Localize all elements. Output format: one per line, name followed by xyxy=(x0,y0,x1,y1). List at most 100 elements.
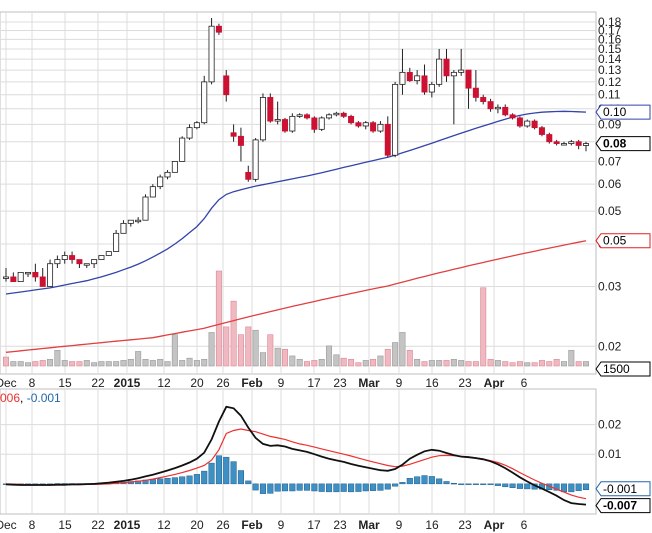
x-tick-label: 23 xyxy=(458,376,472,390)
volume-bar xyxy=(208,332,215,367)
histogram-bar xyxy=(568,483,575,493)
volume-bar xyxy=(157,358,164,367)
candle xyxy=(281,117,288,133)
value-label: 0.08 xyxy=(595,136,651,152)
volume-bar xyxy=(326,345,333,367)
histogram-bar xyxy=(252,483,259,491)
candle xyxy=(17,271,24,283)
volume-bar xyxy=(362,360,369,367)
candle xyxy=(531,119,538,130)
x-tick-label: 23 xyxy=(333,518,347,532)
volume-bar xyxy=(245,326,252,367)
x-tick-label: 12 xyxy=(157,518,171,532)
histogram-bar xyxy=(193,474,200,485)
histogram-bar xyxy=(259,483,267,494)
price-y-axis: 0.180.170.160.150.140.130.120.110.100.09… xyxy=(598,15,622,353)
histogram-bar xyxy=(223,456,230,485)
candle xyxy=(538,125,545,137)
volume-bar xyxy=(223,326,230,367)
volume-bar xyxy=(2,356,10,367)
volume-bar xyxy=(333,354,340,367)
volume-bar xyxy=(524,362,531,367)
volume-bar xyxy=(281,348,288,367)
volume-bar xyxy=(399,332,406,367)
value-label: 1500 xyxy=(595,361,651,377)
volume-bar xyxy=(274,347,281,367)
value-label: 0.10 xyxy=(595,104,651,120)
histogram-bar xyxy=(164,477,171,485)
volume-bar xyxy=(230,300,237,367)
volume-bar xyxy=(406,350,413,367)
volume-bar xyxy=(311,360,318,367)
histogram-bar xyxy=(472,483,479,485)
volume-bar xyxy=(575,361,582,367)
price-x-axis: Dec 8 15 22 2015 12 20 26 Feb 9 17 23 Mar 9 16 23 Apr 6 xyxy=(0,376,528,390)
macd-legend-blue: -0.001 xyxy=(27,391,61,405)
macd-panel-frame xyxy=(0,388,597,515)
histogram-bar xyxy=(384,483,391,490)
histogram-bar xyxy=(296,483,303,491)
histogram-bar xyxy=(267,483,274,494)
volume-bar xyxy=(443,360,450,367)
histogram-bar xyxy=(370,483,377,491)
x-tick-label: 17 xyxy=(307,376,321,390)
volume-bar xyxy=(392,342,399,367)
histogram-bar xyxy=(157,478,164,485)
x-tick-label: 16 xyxy=(425,376,439,390)
histogram-bar xyxy=(149,479,156,485)
histogram-bar xyxy=(575,483,582,491)
histogram-bar xyxy=(208,462,215,485)
x-tick-label: Dec xyxy=(0,376,17,390)
histogram-bar xyxy=(311,483,318,492)
candle xyxy=(105,251,112,256)
histogram-bar xyxy=(502,483,509,488)
x-tick-label: Apr xyxy=(484,518,505,532)
y-tick-label: 0.05 xyxy=(598,204,622,218)
volume-bar xyxy=(120,360,127,367)
volume-bar xyxy=(480,287,487,367)
y-tick-label: 0.07 xyxy=(598,154,622,168)
histogram-bar xyxy=(355,483,362,492)
candle xyxy=(201,75,208,125)
candle xyxy=(113,229,120,252)
histogram-bar xyxy=(509,483,516,488)
histogram-bar xyxy=(428,476,435,485)
volume-bar xyxy=(259,352,266,367)
macd-legend-sep: , xyxy=(20,391,27,405)
volume-bar xyxy=(296,358,303,367)
x-tick-label: 26 xyxy=(216,376,230,390)
x-tick-label: Feb xyxy=(241,376,262,390)
volume-bar xyxy=(509,362,516,367)
y-tick-label: 0.06 xyxy=(598,177,622,191)
x-tick-label: 12 xyxy=(157,376,171,390)
histogram-bar xyxy=(377,483,384,491)
x-tick-label: Feb xyxy=(241,518,262,532)
volume-bar xyxy=(377,355,384,367)
volume-bar xyxy=(546,361,553,367)
volume-bar xyxy=(32,361,39,367)
volume-bar xyxy=(127,358,134,367)
histogram-bar xyxy=(179,476,186,485)
volume-bar xyxy=(17,361,24,367)
y-tick-label: 0.02 xyxy=(598,418,622,432)
histogram-bar xyxy=(582,483,590,491)
value-label-text: -0.001 xyxy=(603,482,637,496)
volume-bar xyxy=(83,360,90,367)
histogram-bar xyxy=(516,483,523,489)
x-tick-label: 20 xyxy=(190,376,204,390)
x-tick-label: 20 xyxy=(190,518,204,532)
histogram-bar xyxy=(414,476,421,485)
x-tick-label: 8 xyxy=(29,518,36,532)
candle xyxy=(142,194,149,221)
x-tick-label: 2015 xyxy=(114,376,141,390)
x-tick-label: 6 xyxy=(521,376,528,390)
x-tick-label: 22 xyxy=(91,376,105,390)
x-tick-label: Apr xyxy=(484,376,505,390)
y-tick-label: 0.11 xyxy=(598,88,621,102)
volume-bar xyxy=(458,360,465,367)
x-tick-label: Dec xyxy=(0,518,17,532)
histogram-bar xyxy=(340,483,347,492)
volume-bar xyxy=(171,334,178,367)
histogram-bar xyxy=(230,461,237,485)
histogram-bar xyxy=(421,475,428,485)
